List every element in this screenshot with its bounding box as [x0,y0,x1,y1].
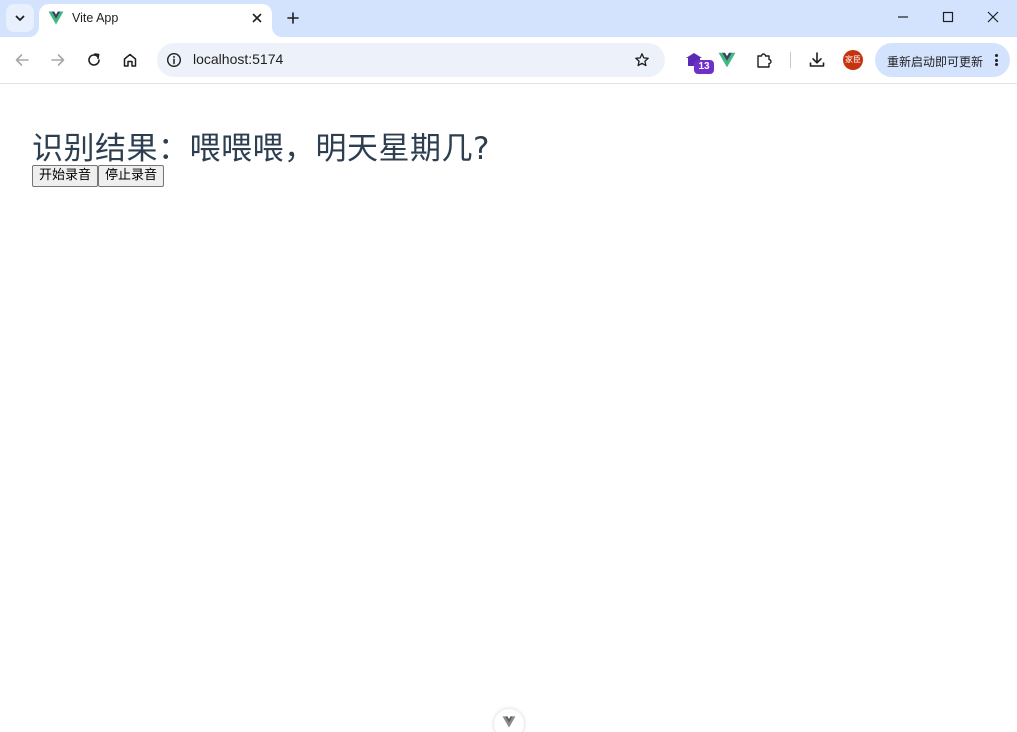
home-icon [123,53,137,67]
downloads-button[interactable] [803,46,831,74]
home-button[interactable] [116,46,144,74]
extension-button-school[interactable]: 13 [680,46,714,74]
address-bar[interactable]: localhost:5174 [157,43,665,77]
update-chrome-button[interactable]: 重新启动即可更新 [875,43,1010,77]
vue-logo-icon [48,11,64,25]
new-tab-button[interactable] [282,7,304,29]
close-icon [987,11,999,23]
close-icon [252,13,262,23]
minimize-icon [898,16,908,18]
start-recording-button[interactable]: 开始录音 [32,165,99,187]
info-icon [166,52,182,68]
tab-strip: Vite App [0,0,1017,37]
toolbar-divider [790,52,791,68]
browser-toolbar: localhost:5174 13 家臣 重新启动即可更新 [0,37,1017,84]
arrow-right-icon [51,54,65,66]
arrow-left-icon [15,54,29,66]
kebab-menu-icon[interactable] [992,52,1000,68]
vue-logo-icon [718,52,736,68]
download-icon [809,52,825,67]
bookmark-button[interactable] [633,51,651,69]
profile-avatar[interactable]: 家臣 [843,50,863,70]
recording-controls: 开始录音 停止录音 [32,165,165,187]
vue-devtools-toggle[interactable] [494,709,524,732]
vue-logo-icon [502,716,516,728]
extensions-menu-button[interactable] [750,46,778,74]
extension-button-vue-devtools[interactable] [713,46,741,74]
reload-icon [88,53,100,66]
tab-close-button[interactable] [248,9,266,27]
minimize-button[interactable] [881,3,925,31]
maximize-icon [942,11,954,23]
extension-badge: 13 [694,60,714,74]
update-label: 重新启动即可更新 [887,55,984,69]
chevron-down-icon [15,15,25,21]
tab-title: Vite App [72,11,119,25]
star-icon [635,53,649,67]
reload-button[interactable] [80,46,108,74]
stop-recording-button[interactable]: 停止录音 [98,165,165,187]
forward-button[interactable] [44,46,72,74]
site-info-button[interactable] [165,51,183,69]
plus-icon [287,12,299,24]
maximize-button[interactable] [926,3,970,31]
url-text[interactable]: localhost:5174 [193,51,283,67]
active-tab[interactable]: Vite App [39,4,272,37]
window-close-button[interactable] [971,3,1015,31]
page-content: 识别结果：喂喂喂，明天星期几? 开始录音 停止录音 [0,85,1017,732]
recognition-result-heading: 识别结果：喂喂喂，明天星期几? [32,131,490,167]
puzzle-icon [757,53,772,68]
back-button[interactable] [8,46,36,74]
